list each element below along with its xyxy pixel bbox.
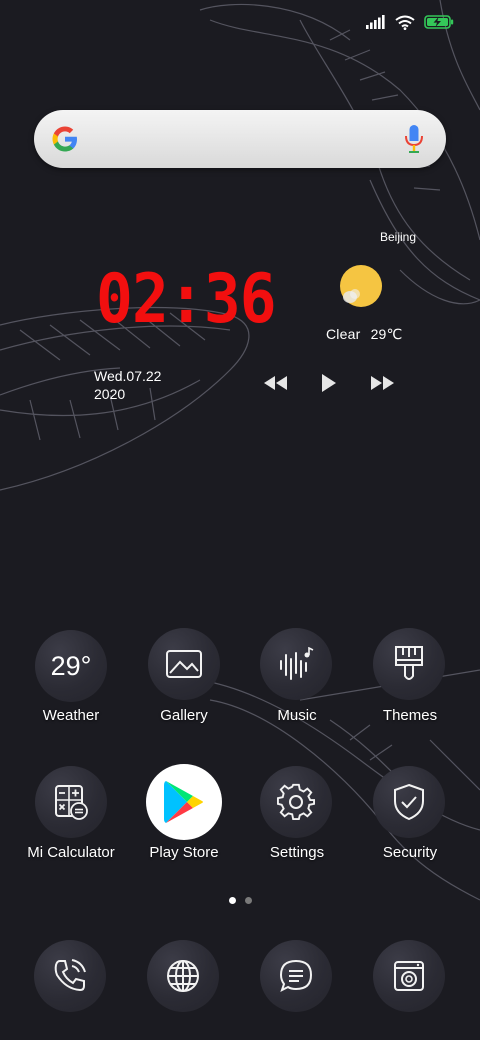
previous-icon[interactable]	[262, 372, 288, 394]
gear-icon	[277, 783, 315, 821]
wifi-icon	[395, 15, 415, 30]
weather-app-icon[interactable]: 29°	[35, 630, 107, 702]
weather-app-temperature: 29°	[50, 651, 92, 681]
weather-condition-text: Clear	[326, 326, 361, 342]
shield-check-icon	[394, 783, 424, 821]
sun-icon[interactable]	[334, 263, 386, 311]
status-bar	[366, 10, 454, 34]
app-label-music[interactable]: Music	[232, 707, 362, 724]
camera-dock-icon[interactable]	[373, 940, 445, 1012]
app-label-play-store[interactable]: Play Store	[119, 844, 249, 861]
play-icon[interactable]	[320, 372, 338, 394]
page-dot-inactive[interactable]	[245, 897, 252, 904]
clock-year: 2020	[94, 386, 126, 402]
weather-condition[interactable]: Clear 29℃	[326, 326, 402, 343]
clock-date: Wed.07.22	[94, 368, 162, 384]
browser-dock-icon[interactable]	[147, 940, 219, 1012]
security-app-icon[interactable]	[373, 766, 445, 838]
gallery-app-icon[interactable]	[148, 628, 220, 700]
music-controls	[262, 372, 398, 394]
google-logo-icon	[52, 126, 77, 152]
play-store-app-icon[interactable]	[146, 764, 222, 840]
calculator-icon	[55, 785, 88, 820]
calculator-app-icon[interactable]	[35, 766, 107, 838]
app-label-gallery[interactable]: Gallery	[119, 707, 249, 724]
app-label-security[interactable]: Security	[345, 844, 475, 861]
browser-globe-icon	[167, 960, 199, 992]
app-label-settings[interactable]: Settings	[232, 844, 362, 861]
next-icon[interactable]	[370, 372, 396, 394]
messages-dock-icon[interactable]	[260, 940, 332, 1012]
app-label-mi-calculator[interactable]: Mi Calculator	[6, 844, 136, 861]
google-search-bar[interactable]	[34, 110, 446, 168]
phone-icon	[54, 959, 86, 992]
play-store-icon	[164, 781, 203, 823]
clock-time[interactable]: 02:36	[96, 262, 277, 338]
settings-app-icon[interactable]	[260, 766, 332, 838]
gallery-icon	[166, 650, 202, 678]
themes-app-icon[interactable]	[373, 628, 445, 700]
weather-temperature: 29℃	[370, 326, 403, 342]
camera-icon	[394, 961, 424, 991]
phone-dock-icon[interactable]	[34, 940, 106, 1012]
weather-city: Beijing	[380, 230, 417, 244]
mic-icon[interactable]	[404, 124, 424, 154]
music-icon	[280, 647, 314, 680]
messages-icon	[279, 959, 313, 992]
signal-icon	[366, 15, 385, 29]
battery-charging-icon	[424, 15, 454, 29]
app-label-weather[interactable]: Weather	[6, 707, 136, 724]
music-app-icon[interactable]	[260, 628, 332, 700]
app-label-themes[interactable]: Themes	[345, 707, 475, 724]
page-indicator	[0, 897, 480, 907]
page-dot-active[interactable]	[229, 897, 236, 904]
themes-brush-icon	[395, 646, 423, 680]
